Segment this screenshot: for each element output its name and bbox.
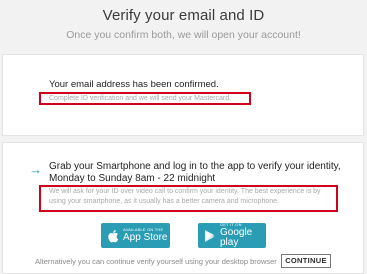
page-subtitle: Once you confirm both, we will open your… bbox=[66, 29, 301, 41]
header: Verify your email and ID Once you confir… bbox=[0, 6, 367, 42]
page-title: Verify your email and ID bbox=[102, 7, 265, 24]
app-store-button[interactable]: AVAILABLE ON THE App Store bbox=[101, 223, 170, 248]
arrow-right-icon: → bbox=[29, 162, 42, 177]
desktop-alternative-text: Alternatively you can continue verify yo… bbox=[35, 257, 277, 266]
continue-button[interactable]: CONTINUE bbox=[281, 254, 331, 268]
google-play-icon bbox=[205, 229, 215, 242]
app-store-label: App Store bbox=[123, 232, 168, 243]
verification-instruction: Grab your Smartphone and log in to the a… bbox=[49, 161, 341, 184]
highlight-box bbox=[39, 92, 251, 105]
google-play-label: Google play bbox=[220, 227, 253, 248]
apple-icon bbox=[108, 229, 119, 242]
id-verification-card: → Grab your Smartphone and log in to the… bbox=[2, 142, 364, 274]
google-play-button[interactable]: GET IT ON Google play bbox=[198, 223, 266, 248]
email-confirmed-text: Your email address has been confirmed. bbox=[49, 79, 219, 90]
highlight-box bbox=[39, 185, 338, 212]
email-confirmation-card: Your email address has been confirmed. C… bbox=[2, 54, 364, 136]
